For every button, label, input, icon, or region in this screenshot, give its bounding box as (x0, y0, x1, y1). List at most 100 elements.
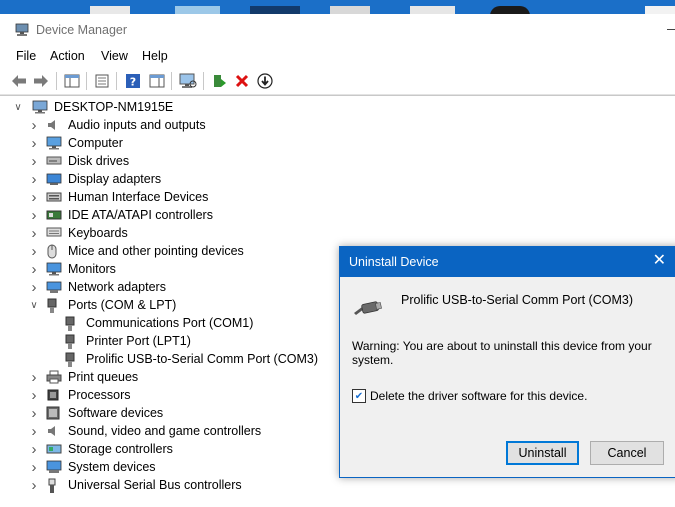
dialog-device-name: Prolific USB-to-Serial Comm Port (COM3) (401, 293, 633, 307)
help-icon[interactable]: ? (124, 72, 142, 90)
menu-help[interactable]: Help (142, 49, 168, 63)
menu-action[interactable]: Action (50, 49, 85, 63)
port-icon (64, 316, 80, 331)
properties-icon[interactable] (93, 72, 111, 90)
tree-category-display-adapters[interactable]: › Display adapters (28, 170, 162, 188)
chevron-down-icon[interactable]: ∨ (12, 102, 24, 113)
chevron-right-icon[interactable]: › (28, 405, 40, 422)
tree-category-ide-ata-atapi-controllers[interactable]: › IDE ATA/ATAPI controllers (28, 206, 213, 224)
system-device-icon (46, 460, 62, 474)
port-icon (64, 334, 80, 349)
tree-category-label: Disk drives (68, 154, 130, 168)
chevron-right-icon[interactable]: › (28, 459, 40, 476)
tree-category-sound-video-and-game-controllers[interactable]: › Sound, video and game controllers (28, 422, 262, 440)
forward-icon[interactable] (32, 72, 50, 90)
tree-category-label: Sound, video and game controllers (68, 424, 262, 438)
tree-device-item[interactable]: Printer Port (LPT1) (58, 332, 191, 350)
tree-device-label: Printer Port (LPT1) (86, 334, 191, 348)
chevron-right-icon[interactable]: › (28, 189, 40, 206)
update-driver-icon[interactable] (210, 72, 228, 90)
desktop-item (645, 6, 675, 14)
monitor-icon (46, 262, 62, 276)
uninstall-device-dialog: Uninstall Device ✕ Prolific USB-to-Seria… (339, 246, 675, 478)
toolbar-separator (171, 72, 172, 90)
ide-controller-icon (46, 208, 62, 222)
chevron-right-icon[interactable]: › (28, 423, 40, 440)
tree-category-print-queues[interactable]: › Print queues (28, 368, 139, 386)
minimize-button[interactable] (667, 29, 675, 30)
tree-category-human-interface-devices[interactable]: › Human Interface Devices (28, 188, 209, 206)
tree-category-label: Monitors (68, 262, 116, 276)
tree-category-storage-controllers[interactable]: › Storage controllers (28, 440, 173, 458)
tree-root[interactable]: ∨ DESKTOP-NM1915E (12, 98, 173, 116)
tree-category-network-adapters[interactable]: › Network adapters (28, 278, 166, 296)
svg-text:?: ? (130, 76, 136, 89)
chevron-right-icon[interactable]: › (28, 225, 40, 242)
back-icon[interactable] (10, 72, 28, 90)
tree-category-label: Universal Serial Bus controllers (68, 478, 242, 492)
tree-category-monitors[interactable]: › Monitors (28, 260, 116, 278)
computer-icon (32, 100, 48, 114)
delete-driver-checkbox-row[interactable]: ✔ Delete the driver software for this de… (352, 389, 587, 403)
dialog-title: Uninstall Device (349, 255, 439, 269)
chevron-right-icon[interactable]: › (28, 261, 40, 278)
processor-icon (46, 388, 62, 402)
desktop-item (410, 6, 455, 14)
menu-view[interactable]: View (101, 49, 128, 63)
toolbar-separator (116, 72, 117, 90)
tree-category-audio-inputs-and-outputs[interactable]: › Audio inputs and outputs (28, 116, 206, 134)
toolbar-separator (203, 72, 204, 90)
disable-device-icon[interactable] (256, 72, 274, 90)
menu-file[interactable]: File (16, 49, 36, 63)
desktop-item (490, 6, 530, 14)
tree-category-label: Processors (68, 388, 131, 402)
scan-hardware-icon[interactable] (179, 72, 197, 90)
dialog-warning-text: Warning: You are about to uninstall this… (352, 339, 652, 367)
sound-controller-icon (46, 424, 62, 438)
desktop-item (250, 6, 300, 14)
chevron-right-icon[interactable]: › (28, 153, 40, 170)
dialog-body: Prolific USB-to-Serial Comm Port (COM3) … (340, 277, 675, 431)
tree-category-disk-drives[interactable]: › Disk drives (28, 152, 130, 170)
chevron-right-icon[interactable]: › (28, 243, 40, 260)
software-device-icon (46, 406, 62, 420)
chevron-right-icon[interactable]: › (28, 369, 40, 386)
tree-device-item[interactable]: Communications Port (COM1) (58, 314, 253, 332)
tree-category-system-devices[interactable]: › System devices (28, 458, 156, 476)
uninstall-device-icon[interactable] (233, 72, 251, 90)
tree-category-mice-and-other-pointing-devices[interactable]: › Mice and other pointing devices (28, 242, 244, 260)
delete-driver-checkbox[interactable]: ✔ (352, 389, 366, 403)
delete-driver-checkbox-label[interactable]: Delete the driver software for this devi… (370, 389, 587, 403)
toolbar-separator (86, 72, 87, 90)
tree-device-item[interactable]: Prolific USB-to-Serial Comm Port (COM3) (58, 350, 318, 368)
chevron-right-icon[interactable]: › (28, 477, 40, 494)
tree-category-computer[interactable]: › Computer (28, 134, 123, 152)
uninstall-button[interactable]: Uninstall (506, 441, 579, 465)
speaker-icon (46, 118, 62, 132)
tree-category-processors[interactable]: › Processors (28, 386, 131, 404)
chevron-down-icon[interactable]: ∨ (28, 300, 40, 311)
close-icon[interactable]: ✕ (653, 252, 666, 270)
chevron-right-icon[interactable]: › (28, 117, 40, 134)
tree-category-software-devices[interactable]: › Software devices (28, 404, 164, 422)
tree-device-label: Prolific USB-to-Serial Comm Port (COM3) (86, 352, 318, 366)
tree-category-universal-serial-bus-controllers[interactable]: › Universal Serial Bus controllers (28, 476, 242, 494)
chevron-right-icon[interactable]: › (28, 441, 40, 458)
chevron-right-icon[interactable]: › (28, 387, 40, 404)
cancel-button[interactable]: Cancel (590, 441, 664, 465)
chevron-right-icon[interactable]: › (28, 171, 40, 188)
show-hide-console-tree-icon[interactable] (63, 72, 81, 90)
toolbar: ? (0, 68, 675, 95)
tree-category-ports-com-lpt[interactable]: ∨ Ports (COM & LPT) (28, 296, 176, 314)
chevron-right-icon[interactable]: › (28, 207, 40, 224)
tree-category-label: Software devices (68, 406, 164, 420)
action-pane-icon[interactable] (148, 72, 166, 90)
chevron-right-icon[interactable]: › (28, 135, 40, 152)
chevron-right-icon[interactable]: › (28, 279, 40, 296)
tree-category-label: Ports (COM & LPT) (68, 298, 177, 312)
storage-controller-icon (46, 442, 62, 456)
desktop-item (330, 6, 370, 14)
tree-category-label: Audio inputs and outputs (68, 118, 206, 132)
tree-category-label: IDE ATA/ATAPI controllers (68, 208, 213, 222)
tree-category-keyboards[interactable]: › Keyboards (28, 224, 128, 242)
